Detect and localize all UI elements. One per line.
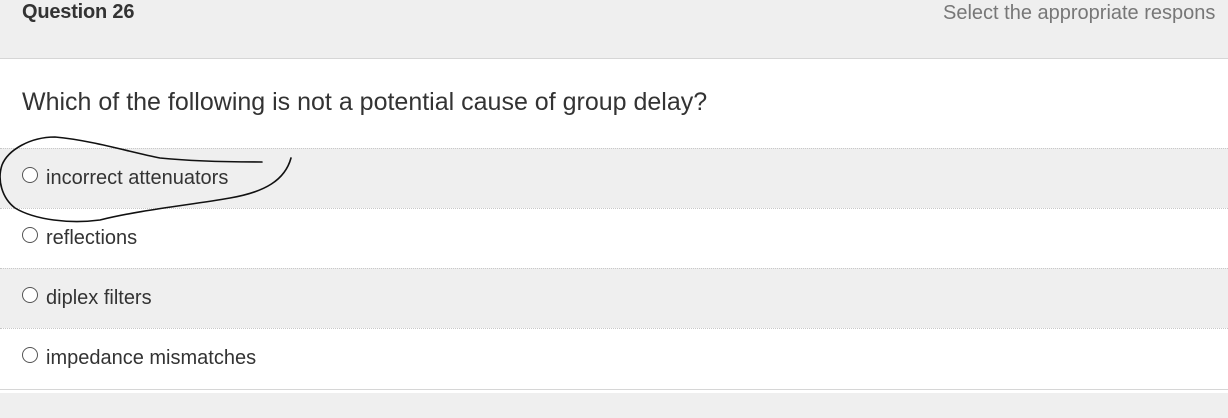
answer-option[interactable]: impedance mismatches xyxy=(0,328,1228,390)
question-header: Question 26 Select the appropriate respo… xyxy=(0,0,1228,59)
answer-label[interactable]: incorrect attenuators xyxy=(46,167,228,190)
radio-button[interactable] xyxy=(22,167,38,183)
answer-list: incorrect attenuators reflections diplex… xyxy=(0,148,1228,390)
answer-option[interactable]: incorrect attenuators xyxy=(0,148,1228,208)
radio-button[interactable] xyxy=(22,347,38,363)
answer-label[interactable]: reflections xyxy=(46,227,137,250)
answer-label[interactable]: impedance mismatches xyxy=(46,347,256,370)
radio-button[interactable] xyxy=(22,227,38,243)
footer-band xyxy=(0,393,1228,418)
question-instructions: Select the appropriate respons xyxy=(943,2,1216,24)
answer-option[interactable]: diplex filters xyxy=(0,268,1228,328)
answer-option[interactable]: reflections xyxy=(0,208,1228,268)
radio-button[interactable] xyxy=(22,287,38,303)
question-title: Question 26 xyxy=(22,1,135,23)
answer-label[interactable]: diplex filters xyxy=(46,287,152,310)
question-prompt: Which of the following is not a potentia… xyxy=(22,88,708,116)
